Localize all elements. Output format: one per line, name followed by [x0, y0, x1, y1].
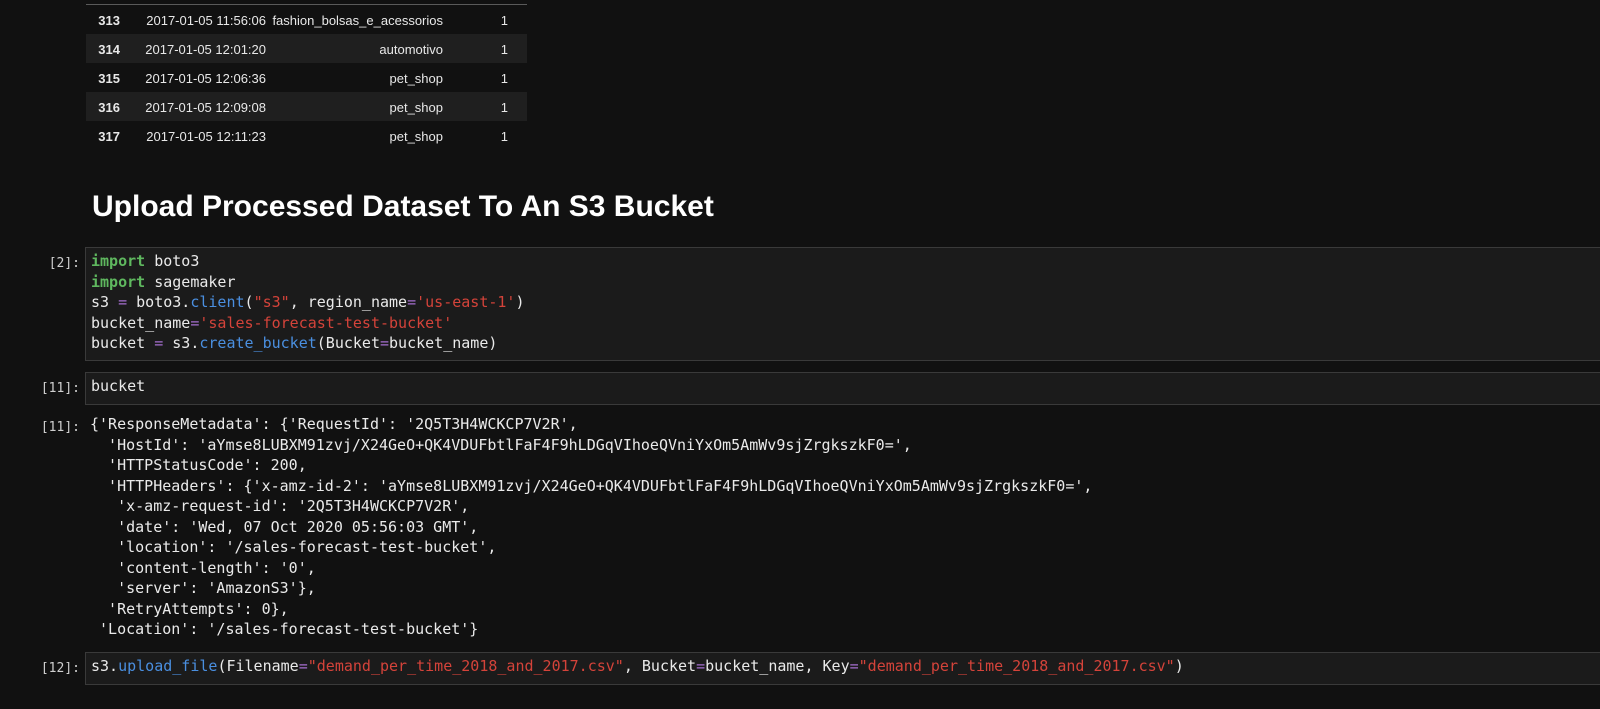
code-token: bucket: [91, 377, 146, 395]
cell-prompt: [12]:: [40, 661, 80, 676]
code-token: ): [515, 293, 525, 311]
code-token: s3.: [163, 334, 200, 352]
row-count: 1: [500, 71, 508, 86]
code-token: =: [298, 657, 308, 675]
code-token: (: [244, 293, 254, 311]
row-date: 2017-01-05 11:56:06: [146, 13, 266, 28]
row-category: fashion_bolsas_e_acessorios: [272, 13, 443, 28]
row-index: 317: [98, 129, 120, 144]
table-row: 314 2017-01-05 12:01:20 automotivo 1: [86, 34, 527, 63]
cell-prompt: [2]:: [48, 256, 80, 271]
code-token: bucket_name, Key: [705, 657, 850, 675]
code-editor[interactable]: import boto3 import sagemaker s3 = boto3…: [86, 248, 1600, 354]
code-token: =: [154, 334, 164, 352]
code-cell[interactable]: s3.upload_file(Filename="demand_per_time…: [85, 652, 1600, 685]
code-token: =: [407, 293, 417, 311]
code-token: import: [91, 252, 146, 270]
row-date: 2017-01-05 12:06:36: [145, 71, 266, 86]
code-token: "demand_per_time_2018_and_2017.csv": [858, 657, 1175, 675]
code-token: "demand_per_time_2018_and_2017.csv": [307, 657, 624, 675]
row-count: 1: [500, 100, 508, 115]
row-category: pet_shop: [389, 71, 444, 86]
row-date: 2017-01-05 12:01:20: [145, 42, 266, 57]
code-token: s3: [91, 293, 119, 311]
code-token: boto3: [145, 252, 200, 270]
row-index: 316: [98, 100, 120, 115]
row-date: 2017-01-05 12:11:23: [146, 129, 266, 144]
table-row: 315 2017-01-05 12:06:36 pet_shop 1: [86, 63, 527, 92]
row-category: pet_shop: [389, 100, 444, 115]
code-token: client: [190, 293, 245, 311]
code-token: import: [91, 272, 146, 291]
cell-prompt: [11]:: [40, 381, 80, 396]
row-index: 313: [98, 13, 120, 28]
code-token: =: [118, 293, 128, 311]
code-cell[interactable]: bucket: [85, 372, 1600, 405]
markdown-heading: Upload Processed Dataset To An S3 Bucket: [92, 190, 714, 223]
row-count: 1: [500, 13, 508, 28]
code-token: "s3": [253, 293, 290, 311]
code-token: 'sales-forecast-test-bucket': [199, 313, 453, 332]
code-cell[interactable]: import boto3 import sagemaker s3 = boto3…: [85, 247, 1600, 361]
code-token: bucket_name: [91, 313, 191, 332]
code-token: (Filename: [217, 657, 299, 675]
code-token: create_bucket: [199, 334, 317, 352]
code-editor[interactable]: bucket: [86, 373, 1600, 397]
code-token: 'us-east-1': [416, 293, 516, 311]
code-token: , region_name: [289, 293, 408, 311]
cell-output: {'ResponseMetadata': {'RequestId': '2Q5T…: [90, 415, 1093, 638]
code-token: bucket_name): [389, 334, 498, 352]
row-count: 1: [500, 129, 508, 144]
row-index: 314: [98, 42, 120, 57]
row-date: 2017-01-05 12:09:08: [145, 100, 266, 115]
code-token: bucket: [91, 334, 155, 352]
code-editor[interactable]: s3.upload_file(Filename="demand_per_time…: [86, 653, 1600, 677]
code-token: s3.: [91, 657, 119, 675]
code-token: =: [849, 657, 859, 675]
table-row: 317 2017-01-05 12:11:23 pet_shop 1: [86, 121, 527, 150]
code-token: =: [696, 657, 706, 675]
row-category: automotivo: [379, 42, 443, 57]
code-token: ): [1174, 657, 1184, 675]
code-token: =: [380, 334, 390, 352]
code-token: boto3.: [127, 293, 191, 311]
row-category: pet_shop: [389, 129, 444, 144]
output-prompt: [11]:: [40, 420, 80, 435]
row-index: 315: [98, 71, 120, 86]
table-row: 316 2017-01-05 12:09:08 pet_shop 1: [86, 92, 527, 121]
code-token: , Bucket: [623, 657, 697, 675]
table-row: 313 2017-01-05 11:56:06 fashion_bolsas_e…: [86, 5, 527, 34]
code-token: upload_file: [118, 657, 218, 675]
code-token: (Bucket: [316, 334, 380, 352]
code-token: sagemaker: [145, 272, 236, 291]
row-count: 1: [500, 42, 508, 57]
